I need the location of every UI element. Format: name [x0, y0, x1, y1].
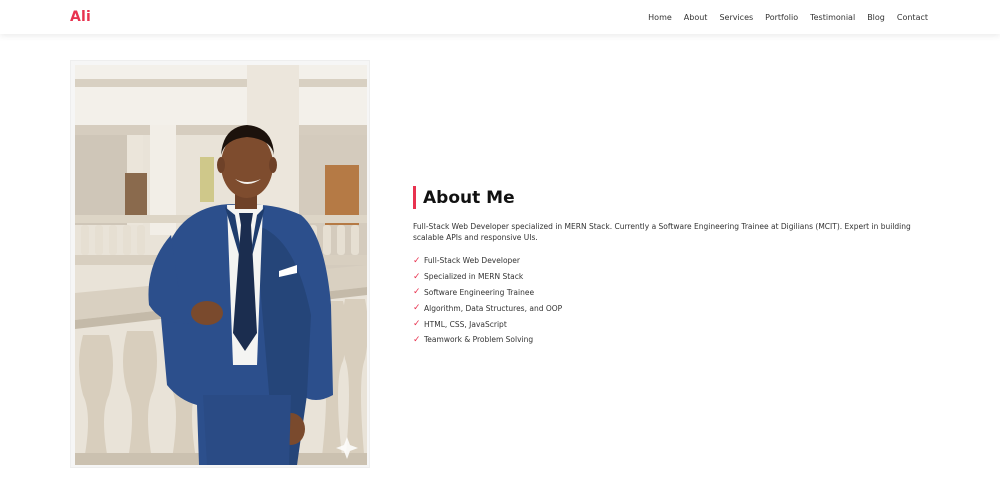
- nav-link-about[interactable]: About: [684, 13, 708, 22]
- about-content: About Me Full-Stack Web Developer specia…: [413, 186, 923, 348]
- nav-menu: Home About Services Portfolio Testimonia…: [636, 13, 928, 22]
- nav-link-contact[interactable]: Contact: [897, 13, 928, 22]
- nav-link-portfolio[interactable]: Portfolio: [765, 13, 798, 22]
- navbar: Ali Home About Services Portfolio Testim…: [0, 0, 1000, 34]
- skill-item: ✓ Software Engineering Trainee: [413, 285, 923, 301]
- skill-item: ✓ Teamwork & Problem Solving: [413, 332, 923, 348]
- skill-item: ✓ Algorithm, Data Structures, and OOP: [413, 300, 923, 316]
- skill-label: Teamwork & Problem Solving: [424, 335, 534, 345]
- checkmark-icon: ✓: [413, 255, 421, 266]
- about-section: About Me Full-Stack Web Developer specia…: [0, 34, 1000, 491]
- profile-photo: [75, 65, 367, 465]
- site-logo[interactable]: Ali: [70, 9, 91, 25]
- skill-label: Software Engineering Trainee: [424, 287, 535, 297]
- skill-item: ✓ Full-Stack Web Developer: [413, 253, 923, 269]
- about-description: Full-Stack Web Developer specialized in …: [413, 222, 911, 242]
- checkmark-icon: ✓: [413, 319, 421, 330]
- nav-link-blog[interactable]: Blog: [867, 13, 885, 22]
- nav-link-testimonial[interactable]: Testimonial: [810, 13, 855, 22]
- checkmark-icon: ✓: [413, 334, 421, 345]
- nav-link-home[interactable]: Home: [648, 13, 672, 22]
- checkmark-icon: ✓: [413, 303, 421, 314]
- checkmark-icon: ✓: [413, 271, 421, 282]
- nav-link-services[interactable]: Services: [719, 13, 753, 22]
- profile-photo-frame: [70, 60, 370, 468]
- skill-label: Specialized in MERN Stack: [424, 272, 524, 282]
- skill-label: Algorithm, Data Structures, and OOP: [424, 303, 563, 313]
- skill-label: Full-Stack Web Developer: [424, 256, 520, 266]
- about-title: About Me: [413, 186, 923, 209]
- skills-list: ✓ Full-Stack Web Developer ✓ Specialized…: [413, 253, 923, 348]
- checkmark-icon: ✓: [413, 287, 421, 298]
- skill-label: HTML, CSS, JavaScript: [424, 319, 507, 329]
- skill-item: ✓ Specialized in MERN Stack: [413, 269, 923, 285]
- skill-item: ✓ HTML, CSS, JavaScript: [413, 316, 923, 332]
